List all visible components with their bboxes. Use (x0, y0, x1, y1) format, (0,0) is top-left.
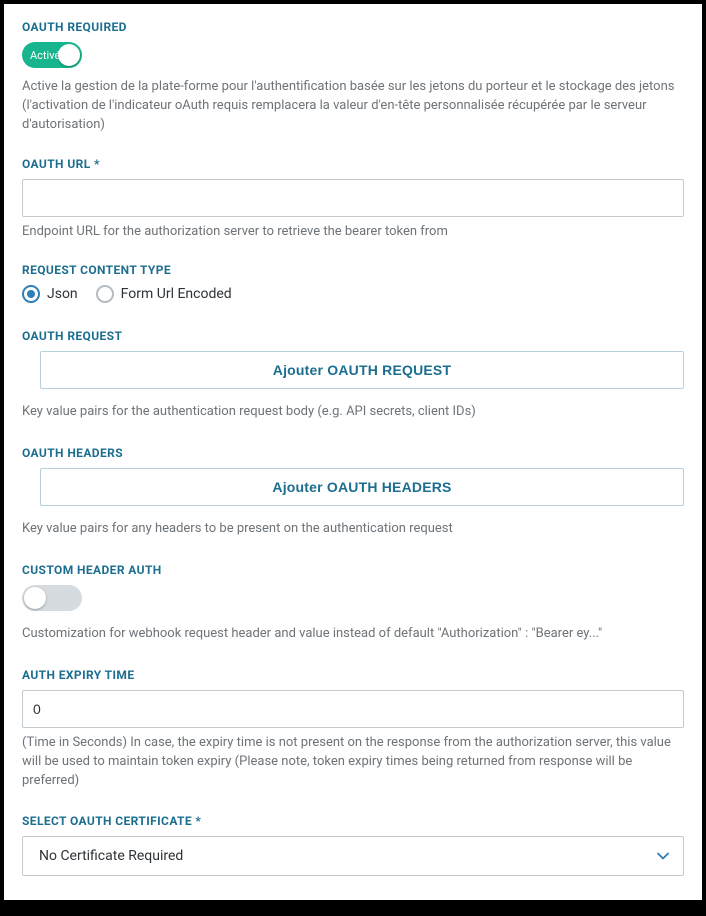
toggle-on-text: Activé (30, 49, 60, 62)
auth-expiry-label: AUTH EXPIRY TIME (22, 668, 684, 682)
oauth-request-helper: Key value pairs for the authentication r… (22, 403, 684, 422)
custom-header-auth-helper: Customization for webhook request header… (22, 625, 684, 644)
oauth-settings-panel: OAUTH REQUIRED Activé Active la gestion … (4, 4, 702, 900)
request-content-type-label: REQUEST CONTENT TYPE (22, 263, 684, 277)
oauth-required-toggle[interactable]: Activé (22, 42, 82, 68)
chevron-down-icon (657, 850, 669, 862)
radio-formurl-label: Form Url Encoded (121, 286, 232, 302)
select-certificate-value: No Certificate Required (39, 848, 183, 864)
oauth-url-input[interactable] (22, 179, 684, 217)
radio-form-url-encoded[interactable]: Form Url Encoded (96, 285, 232, 303)
oauth-url-helper: Endpoint URL for the authorization serve… (22, 223, 684, 242)
add-oauth-request-button[interactable]: Ajouter OAUTH REQUEST (40, 351, 684, 389)
radio-icon (22, 285, 40, 303)
radio-json[interactable]: Json (22, 285, 78, 303)
select-certificate-label: SELECT OAUTH CERTIFICATE * (22, 814, 684, 828)
oauth-headers-label: OAUTH HEADERS (22, 446, 684, 460)
custom-header-auth-label: CUSTOM HEADER AUTH (22, 563, 684, 577)
oauth-headers-helper: Key value pairs for any headers to be pr… (22, 520, 684, 539)
oauth-required-label: OAUTH REQUIRED (22, 20, 684, 34)
oauth-required-helper: Active la gestion de la plate-forme pour… (22, 78, 684, 135)
toggle-knob (24, 587, 46, 609)
radio-icon (96, 285, 114, 303)
auth-expiry-helper: (Time in Seconds) In case, the expiry ti… (22, 734, 684, 791)
oauth-url-label: OAUTH URL * (22, 157, 684, 171)
radio-json-label: Json (47, 286, 78, 302)
auth-expiry-input[interactable] (22, 690, 684, 728)
oauth-request-label: OAUTH REQUEST (22, 329, 684, 343)
toggle-knob (58, 44, 80, 66)
custom-header-auth-toggle[interactable] (22, 585, 82, 611)
select-certificate-dropdown[interactable]: No Certificate Required (22, 836, 684, 876)
add-oauth-headers-button[interactable]: Ajouter OAUTH HEADERS (40, 468, 684, 506)
request-content-type-radios: Json Form Url Encoded (22, 285, 684, 303)
